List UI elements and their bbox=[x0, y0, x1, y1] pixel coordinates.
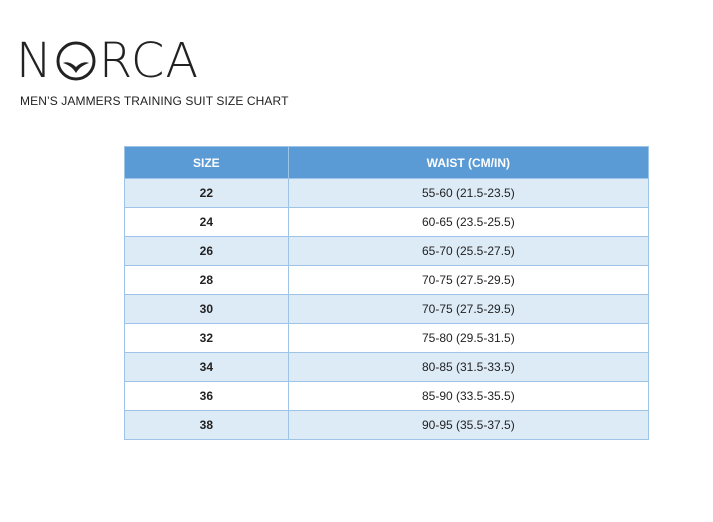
size-cell: 22 bbox=[124, 178, 289, 208]
table-row: 28 70-75 (27.5-29.5) bbox=[124, 265, 650, 295]
table-row: 26 65-70 (25.5-27.5) bbox=[124, 236, 650, 266]
table-row: 22 55-60 (21.5-23.5) bbox=[124, 178, 650, 208]
waist-cell: 75-80 (29.5-31.5) bbox=[287, 323, 650, 353]
table-row: 36 85-90 (33.5-35.5) bbox=[124, 381, 650, 411]
waist-cell: 85-90 (33.5-35.5) bbox=[287, 381, 650, 411]
table-row: 32 75-80 (29.5-31.5) bbox=[124, 323, 650, 353]
size-cell: 24 bbox=[124, 207, 289, 237]
whale-tail-o-icon bbox=[54, 39, 98, 83]
table-body: 22 55-60 (21.5-23.5) 24 60-65 (23.5-25.5) 26… bbox=[124, 178, 650, 440]
size-cell: 34 bbox=[124, 352, 289, 382]
waist-cell: 60-65 (23.5-25.5) bbox=[287, 207, 650, 237]
logo-letter-n: N bbox=[16, 33, 53, 89]
size-cell: 32 bbox=[124, 323, 289, 353]
waist-cell: 70-75 (27.5-29.5) bbox=[287, 265, 650, 295]
table-row: 24 60-65 (23.5-25.5) bbox=[124, 207, 650, 237]
waist-cell: 90-95 (35.5-37.5) bbox=[287, 410, 650, 440]
logo-letters-rca: RCA bbox=[98, 33, 200, 89]
waist-cell: 65-70 (25.5-27.5) bbox=[287, 236, 650, 266]
size-cell: 38 bbox=[124, 410, 289, 440]
table-row: 34 80-85 (31.5-33.5) bbox=[124, 352, 650, 382]
size-cell: 36 bbox=[124, 381, 289, 411]
page-subtitle: MEN’S JAMMERS TRAINING SUIT SIZE CHART bbox=[20, 94, 289, 108]
size-cell: 28 bbox=[124, 265, 289, 295]
waist-cell: 80-85 (31.5-33.5) bbox=[287, 352, 650, 382]
waist-cell: 55-60 (21.5-23.5) bbox=[287, 178, 650, 208]
table-row: 30 70-75 (27.5-29.5) bbox=[124, 294, 650, 324]
size-chart-table: SIZE WAIST (CM/IN) 22 55-60 (21.5-23.5) 24… bbox=[124, 146, 650, 440]
size-cell: 26 bbox=[124, 236, 289, 266]
size-cell: 30 bbox=[124, 294, 289, 324]
waist-cell: 70-75 (27.5-29.5) bbox=[287, 294, 650, 324]
norca-logo: N RCA bbox=[16, 36, 199, 86]
header-size: SIZE bbox=[124, 146, 289, 179]
table-row: 38 90-95 (35.5-37.5) bbox=[124, 410, 650, 440]
table-header-row: SIZE WAIST (CM/IN) bbox=[124, 146, 650, 179]
header-waist: WAIST (CM/IN) bbox=[287, 146, 650, 179]
